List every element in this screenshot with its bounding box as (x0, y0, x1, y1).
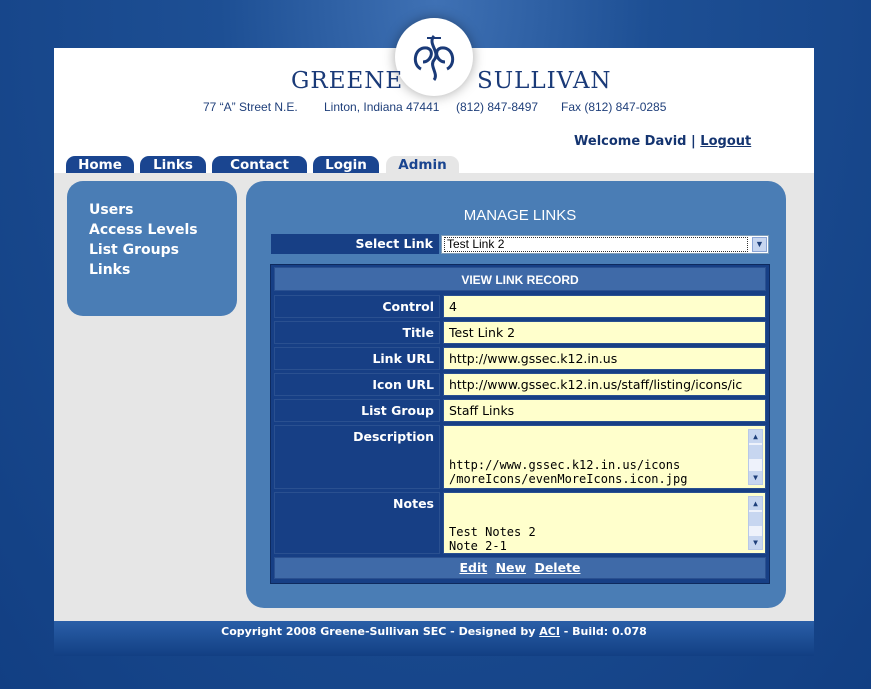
select-link-label: Select Link (271, 234, 439, 254)
page-title: MANAGE LINKS (463, 207, 577, 224)
footer-aci-link[interactable]: ACI (539, 625, 560, 638)
select-link-value: Test Link 2 (444, 237, 748, 252)
logout-link[interactable]: Logout (700, 134, 751, 149)
address-line: 77 “A” Street N.E. Linton, Indiana 47441… (54, 100, 814, 118)
welcome-area: Welcome David | Logout (574, 134, 751, 149)
sidebar-item-links[interactable]: Links (89, 262, 130, 278)
control-label: Control (274, 295, 440, 318)
record-title: VIEW LINK RECORD (274, 267, 766, 291)
icon-url-label: Icon URL (274, 373, 440, 396)
tab-links[interactable]: Links (140, 156, 206, 173)
scroll-down-icon[interactable]: ▼ (749, 471, 762, 484)
list-group-value: Staff Links (443, 399, 766, 422)
page-container: GREENE SULLIVAN 77 “A” Street N.E. Linto… (54, 18, 814, 656)
monogram-logo-icon (413, 35, 455, 81)
scroll-thumb[interactable] (749, 445, 762, 459)
edit-link[interactable]: Edit (459, 560, 487, 575)
description-text: http://www.gssec.k12.in.us/icons /moreIc… (449, 458, 688, 486)
site-footer: Copyright 2008 Greene-Sullivan SEC - Des… (54, 621, 814, 656)
notes-text: Test Notes 2 Note 2-1 Note 2-2 Note 2-3 (449, 525, 536, 553)
welcome-text: Welcome David (574, 134, 687, 149)
main-panel: MANAGE LINKS Select Link Test Link 2 ▼ V… (246, 181, 786, 608)
tab-login[interactable]: Login (313, 156, 379, 173)
footer-copyright: Copyright 2008 Greene-Sullivan SEC - Des… (221, 625, 536, 638)
link-url-value: http://www.gssec.k12.in.us (443, 347, 766, 370)
title-label: Title (274, 321, 440, 344)
select-link-dropdown[interactable]: Test Link 2 ▼ (441, 235, 769, 254)
tab-contact[interactable]: Contact (212, 156, 307, 173)
scroll-down-icon[interactable]: ▼ (749, 536, 762, 549)
brand-greene: GREENE (291, 68, 404, 94)
description-scrollbar[interactable]: ▲ ▼ (748, 429, 763, 485)
list-group-label: List Group (274, 399, 440, 422)
link-record-table: VIEW LINK RECORD Control 4 Title Test Li… (270, 264, 770, 584)
sidebar-item-list-groups[interactable]: List Groups (89, 242, 179, 258)
logo (395, 18, 473, 96)
record-actions: Edit New Delete (274, 557, 766, 579)
delete-link[interactable]: Delete (534, 560, 580, 575)
site-header: GREENE SULLIVAN 77 “A” Street N.E. Linto… (54, 18, 814, 173)
tab-home[interactable]: Home (66, 156, 134, 173)
address-street: 77 “A” Street N.E. (203, 100, 298, 114)
description-textarea[interactable]: http://www.gssec.k12.in.us/icons /moreIc… (443, 425, 766, 489)
link-url-label: Link URL (274, 347, 440, 370)
brand-sullivan: SULLIVAN (477, 68, 612, 94)
scroll-thumb[interactable] (749, 512, 762, 526)
control-value: 4 (443, 295, 766, 318)
admin-sidebar: Users Access Levels List Groups Links (67, 181, 237, 316)
tab-admin[interactable]: Admin (386, 156, 459, 173)
notes-scrollbar[interactable]: ▲ ▼ (748, 496, 763, 550)
title-value: Test Link 2 (443, 321, 766, 344)
scroll-up-icon[interactable]: ▲ (749, 497, 762, 510)
scroll-up-icon[interactable]: ▲ (749, 430, 762, 443)
address-city: Linton, Indiana 47441 (324, 100, 440, 114)
sidebar-item-users[interactable]: Users (89, 202, 133, 218)
footer-build: - Build: 0.078 (563, 625, 647, 638)
chevron-down-icon[interactable]: ▼ (752, 237, 767, 252)
notes-label: Notes (274, 492, 440, 554)
address-fax: Fax (812) 847-0285 (561, 100, 667, 114)
address-phone: (812) 847-8497 (456, 100, 539, 114)
new-link[interactable]: New (496, 560, 527, 575)
notes-textarea[interactable]: Test Notes 2 Note 2-1 Note 2-2 Note 2-3 … (443, 492, 766, 554)
icon-url-value: http://www.gssec.k12.in.us/staff/listing… (443, 373, 766, 396)
sidebar-item-access-levels[interactable]: Access Levels (89, 222, 198, 238)
welcome-separator: | (691, 134, 696, 149)
description-label: Description (274, 425, 440, 489)
